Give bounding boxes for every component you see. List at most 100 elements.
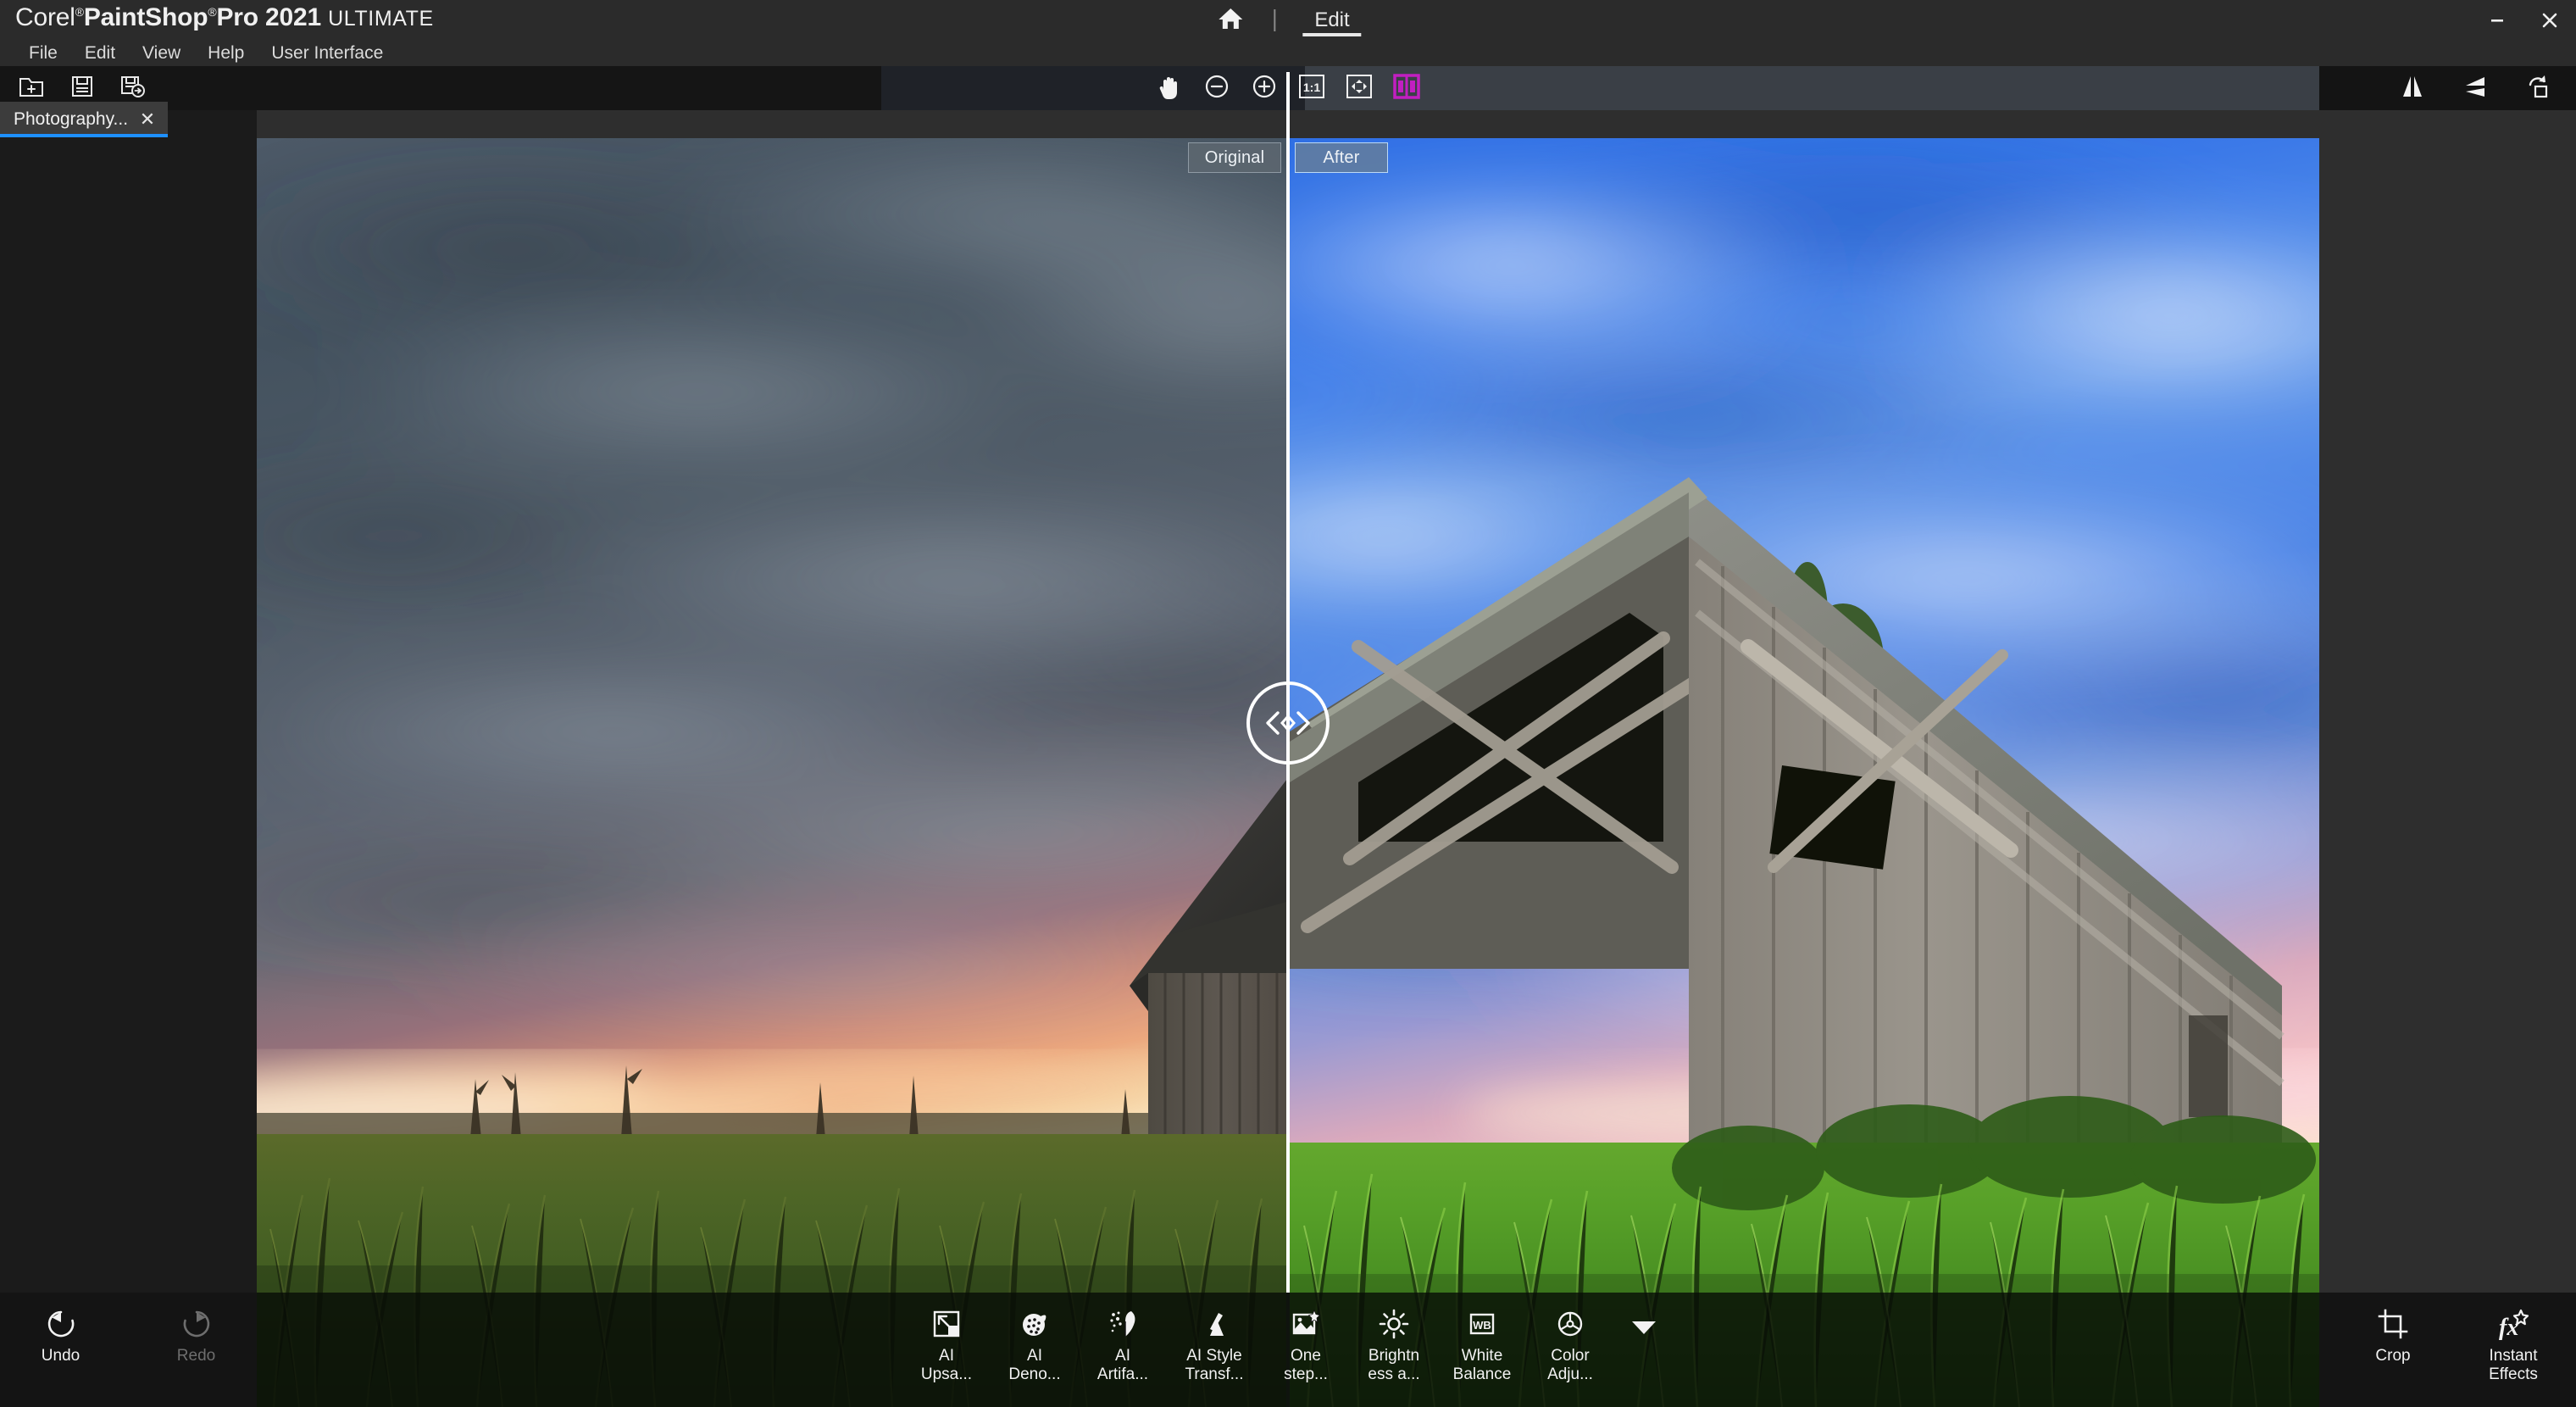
folder-plus-icon: [19, 75, 44, 103]
color-adjust-label-line2: Adju...: [1547, 1365, 1593, 1384]
white-balance-button[interactable]: WB White Balance: [1438, 1306, 1526, 1385]
color-adjust-button[interactable]: Color Adju...: [1526, 1306, 1614, 1385]
document-tab-close-icon[interactable]: ✕: [137, 108, 158, 130]
home-button[interactable]: [1208, 0, 1253, 41]
flip-vertical-icon: [2461, 74, 2490, 103]
crop-icon: [2377, 1306, 2409, 1342]
toolbar-right-group: [2393, 66, 2557, 110]
ai-artifact-removal-button[interactable]: AI Artifa...: [1079, 1306, 1167, 1385]
ai-upsample-icon: [930, 1306, 963, 1342]
document-tab-strip: Photography... ✕: [0, 102, 257, 137]
brightness-label-line2: ess a...: [1368, 1365, 1420, 1384]
close-button[interactable]: [2523, 0, 2576, 41]
left-panel: [0, 66, 257, 1407]
document-tab-active-underline: [0, 134, 168, 137]
tab-edit-label: Edit: [1314, 8, 1350, 31]
ai-denoise-label-line2: Deno...: [1008, 1365, 1061, 1384]
chevron-down-icon: [1629, 1318, 1658, 1341]
ai-style-transfer-button[interactable]: AI Style Transf...: [1167, 1306, 1262, 1385]
registered-mark-2: ®: [208, 5, 217, 19]
document-tab-label: Photography...: [14, 109, 129, 129]
rotate-right-icon: [2524, 74, 2551, 103]
brightness-icon: [1378, 1306, 1410, 1342]
floppy-export-icon: [120, 75, 146, 103]
menu-file[interactable]: File: [15, 41, 71, 66]
redo-button[interactable]: Redo: [153, 1306, 241, 1365]
undo-label: Undo: [41, 1347, 80, 1365]
actual-size-button[interactable]: 1:1: [1292, 70, 1331, 107]
ai-style-transfer-label-line1: AI Style: [1186, 1347, 1242, 1365]
after-label-text: After: [1323, 147, 1360, 167]
fx-star-icon: fx: [2496, 1306, 2531, 1342]
brand-pro-year: Pro 2021: [216, 3, 321, 31]
one-step-label-line2: step...: [1284, 1365, 1328, 1384]
one-step-icon: [1290, 1306, 1322, 1342]
redo-label: Redo: [176, 1347, 216, 1365]
menu-bar: File Edit View Help User Interface: [0, 41, 2576, 66]
one-to-one-icon: 1:1: [1298, 74, 1325, 103]
top-navigation: Edit: [1208, 0, 1368, 41]
one-step-label-line1: One: [1291, 1347, 1321, 1365]
brand-corel: Corel: [15, 3, 75, 31]
original-label[interactable]: Original: [1188, 142, 1281, 173]
ai-upsampling-label-line2: Upsa...: [920, 1365, 973, 1384]
minimize-button[interactable]: [2471, 0, 2523, 41]
one-step-button[interactable]: One step...: [1262, 1306, 1350, 1385]
title-bar: Corel®PaintShop®Pro 2021 ULTIMATE Edit: [0, 0, 2576, 41]
ai-denoise-button[interactable]: AI Deno...: [991, 1306, 1079, 1385]
mirror-button[interactable]: [2393, 70, 2432, 107]
ai-artifact-removal-label-line2: Artifa...: [1096, 1365, 1149, 1384]
instant-effects-button[interactable]: fx Instant Effects: [2469, 1306, 2557, 1385]
flip-button[interactable]: [2456, 70, 2495, 107]
after-label[interactable]: After: [1295, 142, 1388, 173]
color-wheel-icon: [1554, 1306, 1586, 1342]
menu-help[interactable]: Help: [194, 41, 258, 66]
ai-denoise-label-line1: AI: [1027, 1347, 1042, 1365]
bottom-toolbar: Undo Redo AI Upsa... AI Deno... AI Artif…: [0, 1293, 2576, 1407]
split-view-button[interactable]: [1387, 70, 1426, 107]
mirror-horizontal-icon: [2398, 74, 2427, 103]
more-tools-button[interactable]: [1614, 1306, 1674, 1342]
pan-tool-button[interactable]: [1150, 70, 1189, 107]
before-after-drag-handle[interactable]: [1246, 681, 1330, 765]
brightness-button[interactable]: Brightn ess a...: [1350, 1306, 1438, 1385]
ai-upsampling-button[interactable]: AI Upsa...: [902, 1306, 991, 1385]
rotate-button[interactable]: [2518, 70, 2557, 107]
svg-text:WB: WB: [1473, 1319, 1491, 1332]
history-controls: Undo Redo: [0, 1293, 257, 1407]
minus-circle-icon: [1203, 73, 1230, 104]
tab-edit[interactable]: Edit: [1296, 0, 1368, 41]
svg-text:1:1: 1:1: [1303, 81, 1320, 94]
instant-effects-label-line1: Instant: [2489, 1347, 2538, 1365]
ai-style-transfer-label-line2: Transf...: [1185, 1365, 1244, 1384]
registered-mark-1: ®: [75, 5, 84, 19]
canvas-right-strip: [2319, 66, 2576, 1407]
crop-button[interactable]: Crop: [2349, 1306, 2437, 1365]
split-view-icon: [1393, 73, 1420, 103]
application-brand-title: Corel®PaintShop®Pro 2021 ULTIMATE: [15, 3, 434, 32]
tab-edit-underline: [1302, 33, 1362, 36]
ai-style-icon: [1198, 1306, 1230, 1342]
undo-button[interactable]: Undo: [17, 1306, 105, 1365]
fit-to-window-button[interactable]: [1340, 70, 1379, 107]
menu-user-interface[interactable]: User Interface: [258, 41, 397, 66]
menu-view[interactable]: View: [129, 41, 194, 66]
document-tab-photography[interactable]: Photography... ✕: [0, 102, 168, 137]
split-drag-handle-icon: [1257, 706, 1319, 740]
redo-arrow-icon: [180, 1306, 213, 1342]
ai-denoise-icon: [1019, 1306, 1051, 1342]
white-balance-label-line2: Balance: [1452, 1365, 1512, 1384]
brand-paintshop: PaintShop: [83, 3, 208, 31]
application-window: Corel®PaintShop®Pro 2021 ULTIMATE Edit F…: [0, 0, 2576, 1407]
white-balance-icon: WB: [1466, 1306, 1498, 1342]
ai-upsampling-label-line1: AI: [939, 1347, 954, 1365]
zoom-out-button[interactable]: [1197, 70, 1236, 107]
window-controls: [2471, 0, 2576, 41]
menu-edit[interactable]: Edit: [71, 41, 129, 66]
instant-effects-label-line2: Effects: [2489, 1365, 2538, 1384]
floppy-save-icon: [70, 75, 94, 103]
zoom-in-button[interactable]: [1245, 70, 1284, 107]
color-adjust-label-line1: Color: [1551, 1347, 1590, 1365]
end-tools: Crop fx Instant Effects: [2349, 1293, 2557, 1407]
brand-edition: ULTIMATE: [328, 7, 434, 31]
